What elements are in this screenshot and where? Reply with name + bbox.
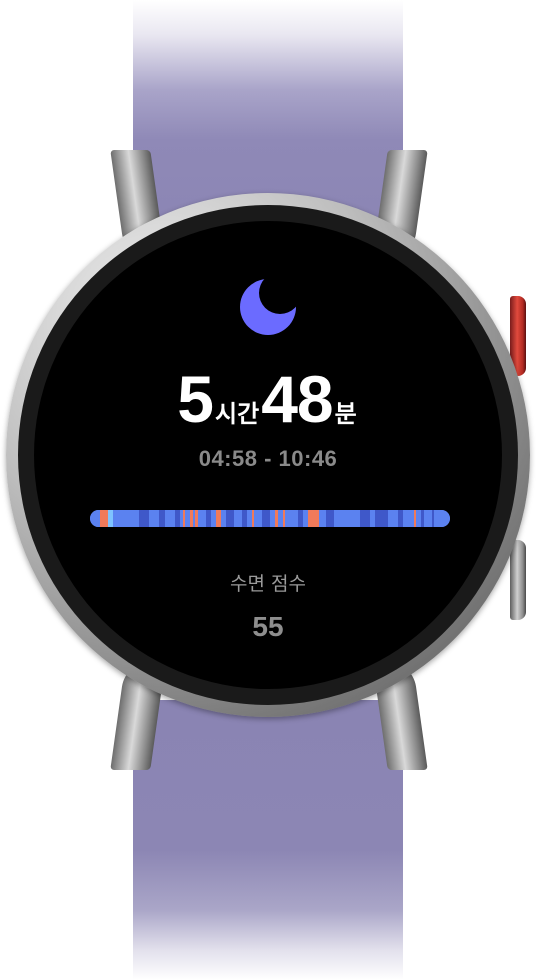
sleep-stage-segment-deep bbox=[359, 510, 371, 527]
sleep-stage-segment-light bbox=[90, 510, 101, 527]
sleep-stage-segment-light bbox=[164, 510, 175, 527]
sleep-stage-segment-light bbox=[233, 510, 242, 527]
sleep-minutes-value: 48 bbox=[261, 362, 333, 436]
sleep-hours-unit: 시간 bbox=[215, 400, 260, 428]
moon-icon bbox=[240, 279, 296, 335]
back-button[interactable] bbox=[510, 540, 526, 620]
watch-screen[interactable]: 5시간48분 04:58 - 10:46 수면 점수 55 bbox=[34, 221, 502, 689]
sleep-stage-segment-deep bbox=[138, 510, 150, 527]
sleep-stage-segment-awake bbox=[308, 510, 319, 527]
sleep-stage-segment-light bbox=[434, 510, 450, 527]
sleep-stage-bar bbox=[90, 510, 450, 527]
watch-strap-bottom bbox=[133, 700, 403, 980]
sleep-stage-segment-light bbox=[388, 510, 399, 527]
sleep-stage-segment-light bbox=[254, 510, 263, 527]
sleep-stage-segment-light bbox=[403, 510, 414, 527]
sleep-stage-segment-light bbox=[285, 510, 299, 527]
sleep-stage-segment-deep bbox=[375, 510, 389, 527]
sleep-stage-segment-light bbox=[113, 510, 139, 527]
sleep-minutes-unit: 분 bbox=[334, 400, 357, 428]
sleep-stage-segment-deep bbox=[262, 510, 270, 527]
sleep-stage-segment-light bbox=[318, 510, 327, 527]
sleep-stage-segment-deep bbox=[226, 510, 234, 527]
sleep-stage-segment-light bbox=[149, 510, 160, 527]
sleep-stage-segment-light bbox=[423, 510, 432, 527]
sleep-time-range: 04:58 - 10:46 bbox=[198, 446, 338, 471]
sleep-score-value: 55 bbox=[252, 611, 284, 642]
sleep-stage-segment-light bbox=[334, 510, 360, 527]
sleep-hours-value: 5 bbox=[177, 362, 214, 436]
sleep-stage-segment-awake bbox=[100, 510, 108, 527]
sleep-score-label: 수면 점수 bbox=[230, 573, 306, 595]
sleep-stage-segment-light bbox=[197, 510, 206, 527]
sleep-stage-segment-deep bbox=[326, 510, 335, 527]
sleep-duration: 5시간48분 bbox=[34, 361, 502, 437]
